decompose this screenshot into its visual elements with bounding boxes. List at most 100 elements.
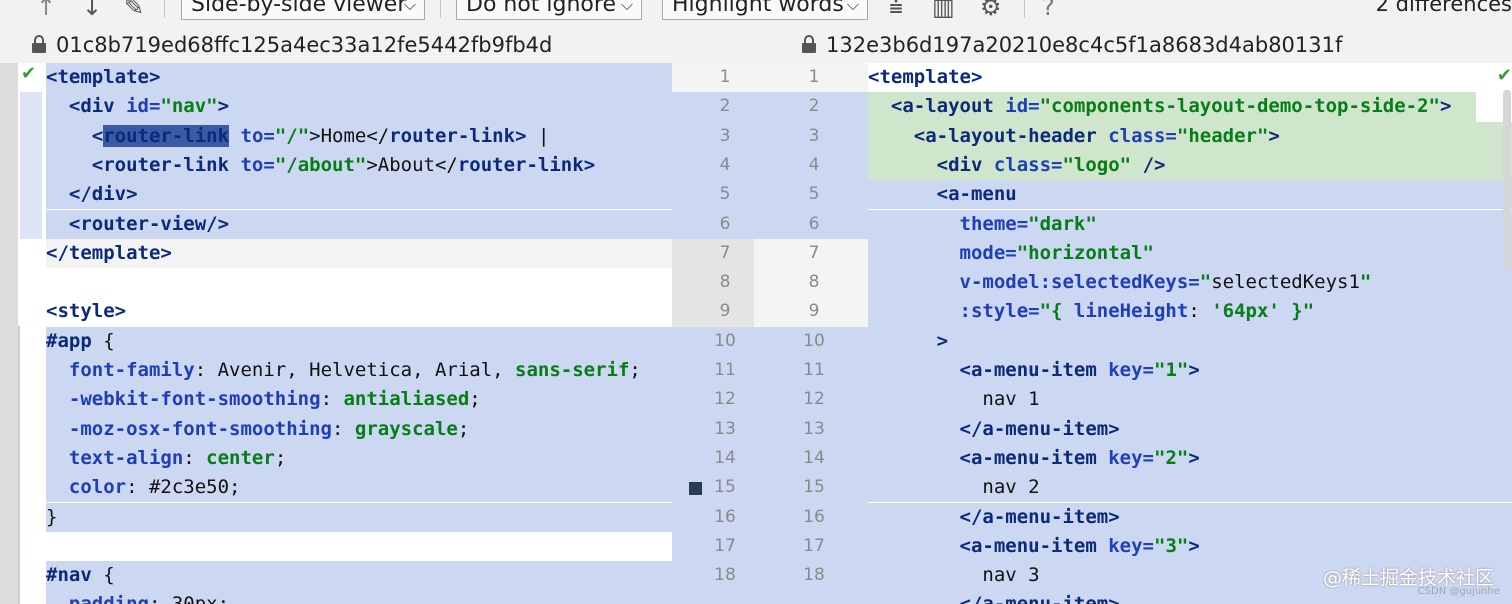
code-line: <router-link to="/about">About</router-l…: [46, 150, 672, 181]
left-line-number: 2: [719, 96, 731, 117]
viewer-mode-select[interactable]: Side-by-side viewer ⌵: [181, 0, 425, 20]
right-line-number: 9: [808, 301, 820, 322]
left-line-number: 6: [719, 213, 731, 234]
code-line: nav 1: [868, 385, 1512, 415]
code-line: text-align: center;: [46, 443, 672, 474]
code-line: <router-view/>: [46, 209, 672, 239]
code-line: }: [46, 502, 672, 532]
right-line-number: 13: [803, 418, 825, 439]
right-editor-pane[interactable]: <template> <a-layout id="components-layo…: [868, 63, 1512, 604]
code-line: </template>: [46, 238, 672, 269]
right-line-number: 1: [808, 67, 820, 87]
code-line: >: [868, 326, 1512, 356]
toolbar-separator: [164, 0, 165, 18]
code-line: -webkit-font-smoothing: antialiased;: [46, 385, 672, 415]
left-file-hash: 01c8b719ed68ffc125a4ec33a12fe5442fb9fb4d: [56, 33, 553, 57]
code-line: nav 2: [868, 473, 1512, 503]
viewer-mode-label: Side-by-side viewer: [191, 0, 407, 17]
right-line-number: 14: [803, 447, 825, 468]
line-number-gutter: [672, 63, 868, 604]
code-line: </a-menu-item>: [868, 590, 1512, 604]
lock-icon: [32, 35, 46, 53]
right-line-number: 3: [808, 125, 820, 146]
code-line: color: #2c3e50;: [46, 473, 672, 503]
code-line: <template>: [868, 66, 983, 88]
code-line: </a-menu-item>: [868, 502, 1512, 532]
code-line: <template>: [46, 63, 672, 93]
code-line: </div>: [46, 180, 672, 210]
code-line: <router-link to="/">Home</router-link> |: [46, 121, 672, 151]
gutter-change-marker: [20, 92, 42, 239]
left-line-number: 5: [719, 184, 731, 205]
help-icon[interactable]: ?: [1042, 0, 1055, 24]
code-line: <div id="nav">: [46, 92, 672, 122]
differences-count: 2 differences: [1375, 0, 1512, 16]
left-line-number: 13: [714, 418, 736, 439]
watermark-credit: CSDN @gujunhe: [1417, 586, 1500, 597]
code-line: <div class="logo" />: [868, 150, 1512, 181]
code-line: </a-menu-item>: [868, 414, 1512, 444]
left-line-number: 12: [714, 389, 736, 410]
left-line-number: 17: [714, 535, 736, 556]
chevron-down-icon: ⌵: [620, 0, 633, 14]
change-marker[interactable]: [689, 482, 702, 495]
right-line-number: 4: [808, 154, 820, 175]
lock-icon: [802, 35, 816, 53]
right-line-number: 11: [803, 360, 825, 380]
code-line: font-family: Avenir, Helvetica, Arial, s…: [46, 356, 672, 386]
chevron-down-icon: ⌵: [403, 0, 416, 14]
code-line: <a-menu: [868, 180, 1512, 210]
code-line: v-model:selectedKeys="selectedKeys1": [868, 268, 1512, 298]
code-line: <a-layout-header class="header">: [868, 121, 1512, 151]
left-line-number: 11: [714, 360, 736, 380]
left-line-number: 1: [719, 67, 731, 87]
right-line-number: 5: [808, 184, 820, 205]
columns-icon[interactable]: ▥: [932, 0, 955, 24]
right-line-number: 12: [803, 389, 825, 410]
left-line-number: 7: [719, 242, 731, 263]
right-line-number: 15: [803, 477, 825, 498]
left-line-number: 9: [719, 301, 731, 322]
right-line-number: 10: [803, 330, 825, 351]
right-line-number: 17: [803, 535, 825, 556]
right-file-header: 132e3b6d197a20210e8c4c5f1a8683d4ab80131f: [802, 30, 1342, 60]
right-line-number: 16: [803, 506, 825, 527]
right-line-number: 18: [803, 565, 825, 586]
right-line-number: 7: [808, 242, 820, 263]
gutter-change-marker: [18, 326, 20, 604]
code-line: <a-menu-item key="3">: [868, 531, 1512, 562]
code-line: #app {: [46, 326, 672, 356]
left-line-number: 8: [719, 272, 731, 293]
edit-icon[interactable]: ✎: [124, 0, 144, 24]
whitespace-mode-select[interactable]: Do not ignore ⌵: [456, 0, 642, 20]
code-line: mode="horizontal": [868, 238, 1512, 269]
code-line: -moz-osx-font-smoothing: grayscale;: [46, 414, 672, 444]
collapse-icon[interactable]: ⩧: [889, 0, 903, 24]
toolbar-separator: [1024, 0, 1025, 18]
left-line-number: 10: [714, 330, 736, 351]
check-icon: ✔: [1496, 65, 1512, 86]
code-line: padding: 30px;: [46, 590, 672, 604]
chevron-down-icon: ⌵: [846, 0, 859, 14]
right-line-number: 6: [808, 213, 820, 234]
arrow-up-icon[interactable]: ↑: [36, 0, 56, 24]
code-line: <a-menu-item key="1">: [868, 356, 1512, 386]
left-gutter: ✔: [18, 63, 46, 604]
vertical-scrollbar[interactable]: [1503, 90, 1511, 270]
left-editor-pane[interactable]: <template> <div id="nav"> <router-link t…: [46, 63, 672, 604]
left-line-number: 16: [714, 506, 736, 527]
code-line: theme="dark": [868, 209, 1512, 239]
code-line: <a-menu-item key="2">: [868, 443, 1512, 474]
left-line-number: 3: [719, 125, 731, 146]
diff-toolbar: ↑ ↓ ✎ Side-by-side viewer ⌵ Do not ignor…: [0, 0, 1512, 26]
left-line-number: 14: [714, 447, 736, 468]
right-file-hash: 132e3b6d197a20210e8c4c5f1a8683d4ab80131f: [826, 33, 1343, 57]
arrow-down-icon[interactable]: ↓: [82, 0, 102, 24]
code-line: <a-layout id="components-layout-demo-top…: [868, 92, 1476, 122]
gear-icon[interactable]: ⚙: [980, 0, 1002, 24]
highlight-mode-select[interactable]: Highlight words ⌵: [662, 0, 868, 20]
toolbar-separator: [440, 0, 441, 18]
code-line: :style="{ lineHeight: '64px' }": [868, 297, 1512, 327]
